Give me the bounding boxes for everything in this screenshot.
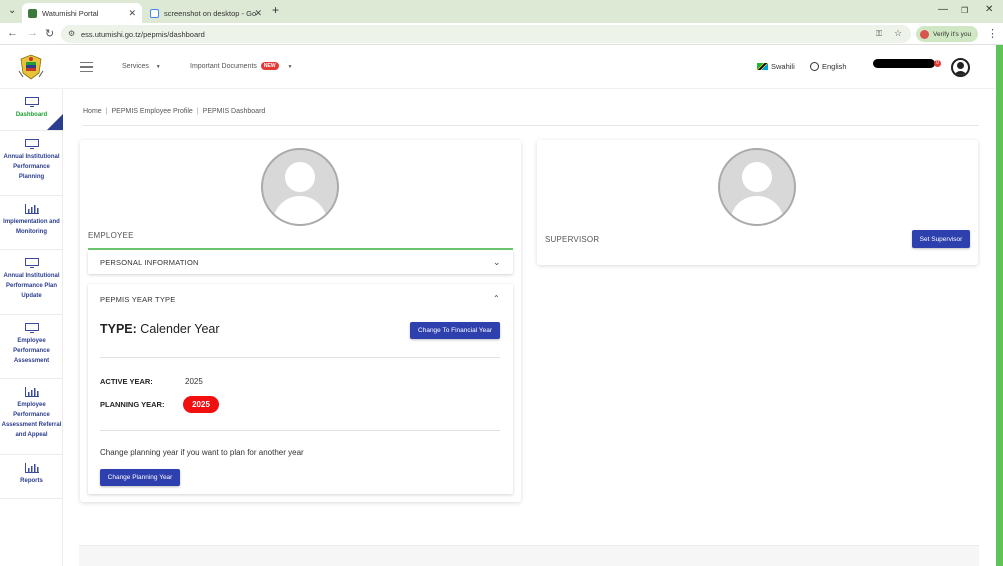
monitor-icon [24,97,39,107]
reload-icon[interactable]: ↻ [45,27,54,40]
forward-icon[interactable]: → [27,27,38,39]
active-year-value: 2025 [185,377,203,386]
coat-of-arms-logo[interactable] [17,53,45,81]
active-year-label: ACTIVE YEAR: [100,377,153,386]
google-favicon-icon [150,8,159,18]
password-key-icon[interactable]: ⚿ [876,29,882,39]
documents-label: Important Documents [190,62,257,70]
personal-information-heading: PERSONAL INFORMATION [100,258,199,267]
sidebar-item-performance-assessment[interactable]: Employee Performance Assessment [0,315,63,379]
site-header: Services ▼ Important Documents NEW ▼ Swa… [0,45,996,89]
sidebar-item-plan-update[interactable]: Annual Institutional Performance Plan Up… [0,250,63,315]
sidebar-item-label: Annual Institutional Performance Plannin… [3,154,60,180]
back-icon[interactable]: ← [7,27,18,39]
sidebar-item-referral-appeal[interactable]: Employee Performance Assessment Referral… [0,379,63,455]
close-window-icon[interactable]: ✕ [985,4,993,15]
set-supervisor-button[interactable]: Set Supervisor [912,230,970,248]
year-type-heading[interactable]: PEPMIS YEAR TYPE [100,295,175,304]
services-label: Services [122,63,149,70]
divider [100,430,500,431]
important-documents-menu[interactable]: Important Documents NEW ▼ [190,62,292,70]
breadcrumb-employee-profile[interactable]: PEPMIS Employee Profile [112,108,193,115]
services-menu[interactable]: Services ▼ [122,63,161,70]
footer-strip [79,545,979,566]
planning-year-label: PLANNING YEAR: [100,400,165,409]
monitor-icon [24,258,39,268]
sidebar: Dashboard Annual Institutional Performan… [0,89,63,566]
change-planning-year-button[interactable]: Change Planning Year [100,469,180,486]
url-text: ess.utumishi.go.tz/pepmis/dashboard [81,29,205,39]
verify-label: Verify it's you [933,30,972,38]
profile-icon [920,29,929,39]
close-tab-icon[interactable]: ✕ [254,8,262,19]
supervisor-avatar [718,148,796,226]
breadcrumb-home[interactable]: Home [83,108,102,115]
sidebar-item-label: Reports [20,478,43,484]
english-language-button[interactable]: English [810,62,847,71]
divider [100,357,500,358]
minimize-icon[interactable]: — [938,4,948,15]
chevron-up-icon[interactable]: ⌃ [493,294,500,303]
tanzania-favicon-icon [28,8,37,18]
chart-icon [24,463,39,473]
chart-icon [24,387,39,397]
browser-tab-active[interactable]: Watumishi Portal ✕ [22,3,142,23]
monitor-icon [24,139,39,149]
change-to-financial-year-button[interactable]: Change To Financial Year [410,322,500,339]
year-type-label: TYPE: Calender Year [100,322,220,336]
verify-button[interactable]: Verify it's you [916,26,978,42]
chevron-down-icon: ▼ [155,64,161,70]
breadcrumb: Home | PEPMIS Employee Profile | PEPMIS Dash… [83,108,266,115]
personal-information-accordion[interactable]: PERSONAL INFORMATION ⌄ [88,250,513,274]
address-bar: ← → ↻ ⚙ ess.utumishi.go.tz/pepmis/dashbo… [0,23,1003,45]
tab-title: Watumishi Portal [42,8,99,18]
chevron-down-icon[interactable]: ⌄ [493,257,501,268]
swahili-label: Swahili [771,62,795,71]
url-field[interactable]: ⚙ ess.utumishi.go.tz/pepmis/dashboard ⚿ … [61,25,911,43]
browser-menu-icon[interactable]: ⋮ [987,27,998,40]
sidebar-item-label: Implementation and Monitoring [3,219,60,235]
user-account-icon[interactable] [951,58,970,77]
close-tab-icon[interactable]: ✕ [128,8,136,19]
supervisor-title: SUPERVISOR [545,235,600,244]
new-tab-button[interactable]: + [272,3,279,17]
page-scrollbar[interactable] [996,45,1003,566]
breadcrumb-divider [83,125,979,126]
notification-badge[interactable]: 0 [934,60,941,67]
tab-search-icon[interactable]: ⌄ [8,5,16,16]
globe-icon [810,62,819,71]
bookmark-star-icon[interactable]: ☆ [894,28,902,39]
chart-icon [24,204,39,214]
breadcrumb-dashboard: PEPMIS Dashboard [202,108,266,115]
active-indicator [47,114,63,130]
sidebar-item-annual-planning[interactable]: Annual Institutional Performance Plannin… [0,131,63,196]
sidebar-item-label: Employee Performance Assessment Referral… [1,402,62,438]
planning-year-badge: 2025 [183,396,219,413]
tanzania-flag-icon [757,63,768,70]
sidebar-item-label: Annual Institutional Performance Plan Up… [3,273,60,299]
redacted-username [873,59,935,68]
browser-tabstrip: ⌄ Watumishi Portal ✕ screenshot on deskt… [0,0,1003,23]
planning-year-help-text: Change planning year if you want to plan… [100,448,304,457]
browser-tab[interactable]: screenshot on desktop - Goog ✕ [144,3,268,23]
type-value: Calender Year [140,322,220,336]
site-info-icon[interactable]: ⚙ [68,29,75,38]
year-type-accordion: PEPMIS YEAR TYPE ⌃ [88,284,513,494]
chevron-down-icon: ▼ [287,63,293,70]
monitor-icon [24,323,39,333]
employee-avatar [261,148,339,226]
sidebar-item-implementation[interactable]: Implementation and Monitoring [0,196,63,250]
sidebar-item-label: Employee Performance Assessment [13,338,50,364]
tab-title: screenshot on desktop - Goog [164,8,256,18]
type-key: TYPE: [100,322,137,336]
employee-title: EMPLOYEE [88,231,134,240]
new-badge: NEW [260,62,279,70]
swahili-language-button[interactable]: Swahili [757,62,795,71]
restore-icon[interactable]: ❐ [961,6,968,15]
sidebar-item-reports[interactable]: Reports [0,455,63,499]
menu-toggle-icon[interactable] [80,62,93,75]
english-label: English [822,62,847,71]
sidebar-item-dashboard[interactable]: Dashboard [0,89,63,131]
